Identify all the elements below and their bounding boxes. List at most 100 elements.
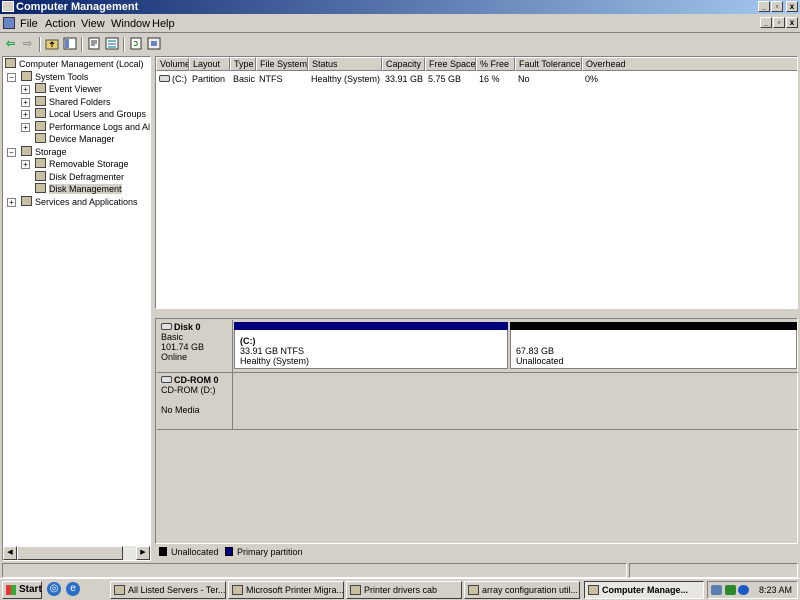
menu-window[interactable]: Window [111,18,150,30]
column-header[interactable]: Layout [189,57,230,71]
quicklaunch-ie-icon[interactable]: e [66,582,80,596]
properties-icon[interactable] [86,37,101,51]
tree-item-label: Disk Management [49,184,122,194]
cdrom-0-label[interactable]: CD-ROM 0 CD-ROM (D:) No Media [157,373,233,429]
column-header[interactable]: % Free [476,57,515,71]
disk-legend: Unallocated Primary partition [155,545,798,561]
tree-horizontal-scrollbar[interactable]: ◀ ▶ [3,546,150,560]
column-header[interactable]: Overhead [582,57,797,71]
disk-management-icon [35,183,46,193]
column-header[interactable]: Fault Tolerance [515,57,582,71]
table-cell: 16 % [479,74,500,84]
quicklaunch-desktop-icon[interactable]: ◎ [47,582,61,596]
status-panel-1 [2,563,627,578]
scroll-right-button[interactable]: ▶ [136,546,150,560]
tree-item-label: Local Users and Groups [49,109,147,119]
taskbar-button[interactable]: array configuration util... [464,581,580,599]
tree-item[interactable]: Computer Management (Local) [5,58,144,70]
users-groups-icon [35,108,46,118]
expand-toggle[interactable]: − [7,147,16,157]
forward-icon[interactable]: ⇨ [20,37,35,51]
menu-file[interactable]: File [20,18,38,30]
tree-item[interactable]: Device Manager [35,133,115,145]
window-title: Computer Management [16,1,139,13]
tree-item[interactable]: − Storage [7,145,67,158]
tree-item[interactable]: Disk Defragmenter [35,170,124,183]
tree-item-label: Services and Applications [35,196,138,207]
tree-item[interactable]: − System Tools [7,70,88,83]
partition-status: Unallocated [516,356,564,366]
menu-action[interactable]: Action [45,18,76,30]
column-header[interactable]: Capacity [382,57,425,71]
pane-splitter[interactable] [152,56,154,562]
help-icon[interactable] [146,37,161,51]
partition-unallocated[interactable]: 67.83 GB Unallocated [510,322,797,369]
disk-0-label[interactable]: Disk 0 Basic 101.74 GB Online [157,320,233,372]
scroll-thumb[interactable] [17,546,123,560]
child-restore-button[interactable]: ▫ [773,17,785,28]
menu-help[interactable]: Help [152,18,175,30]
expand-toggle[interactable]: + [7,197,16,207]
table-cell: 33.91 GB [385,74,424,84]
mdi-system-menu-icon[interactable] [3,17,15,29]
expand-toggle[interactable]: + [21,110,30,119]
tree-item[interactable]: + Services and Applications [7,195,138,208]
close-button[interactable]: x [786,1,798,12]
show-hide-tree-icon[interactable] [62,37,77,51]
column-header[interactable]: File System [256,57,308,71]
menu-view[interactable]: View [81,18,105,30]
expand-toggle[interactable]: + [21,122,30,132]
cdrom-status: No Media [161,405,200,415]
expand-toggle[interactable]: + [21,160,30,169]
up-icon[interactable] [44,37,59,51]
tree-item-label: Shared Folders [49,96,111,107]
column-header[interactable]: Status [308,57,382,71]
tree-item[interactable]: + Local Users and Groups [21,108,147,120]
back-icon[interactable]: ⇦ [3,37,18,51]
tree-item[interactable]: + Shared Folders [21,95,111,108]
export-list-icon[interactable] [104,37,119,51]
horizontal-splitter[interactable] [155,310,798,318]
disk-status: Online [161,352,188,362]
services-icon [21,195,32,206]
partition-c[interactable]: (C:) 33.91 GB NTFS Healthy (System) [234,322,508,369]
legend-primary: Primary partition [225,547,303,557]
computer-management-icon [2,1,14,12]
tray-icon[interactable] [738,585,749,595]
taskbar-button[interactable]: All Listed Servers - Ter... [110,581,226,599]
toolbar: ⇦ ⇨ [0,35,800,55]
partition-label: (C:) [240,336,256,346]
tree-item[interactable]: + Performance Logs and Alerts [21,120,150,133]
device-manager-icon [35,133,46,143]
computer-management-window: Computer Management _ ▫ x File Action Vi… [0,0,800,578]
scroll-left-button[interactable]: ◀ [3,546,17,560]
taskbar-button[interactable]: Printer drivers cab [346,581,462,599]
column-header[interactable]: Type [230,57,256,71]
cdrom-size [161,395,228,405]
refresh-icon[interactable] [128,37,143,51]
title-bar[interactable]: Computer Management _ ▫ x [0,0,800,14]
start-button[interactable]: Start [2,581,42,599]
expand-toggle[interactable]: − [7,72,16,82]
taskbar-button[interactable]: Computer Manage... [584,581,704,599]
table-row[interactable]: (C:) Partition Basic NTFS Healthy (System) 33… [156,73,797,85]
child-close-button[interactable]: x [786,17,798,28]
network-tray-icon[interactable] [711,585,722,595]
column-header[interactable]: Volume [156,57,189,71]
partition-status: Healthy (System) [240,356,310,366]
windows-flag-icon [6,585,16,595]
taskbar-button[interactable]: Microsoft Printer Migra... [228,581,344,599]
expand-toggle[interactable]: + [21,97,30,107]
column-header[interactable]: Free Space [425,57,476,71]
restore-button[interactable]: ▫ [771,1,783,12]
disk-icon [161,323,172,330]
expand-toggle[interactable]: + [21,85,30,94]
tray-icon[interactable] [725,585,736,595]
tree-item[interactable]: + Removable Storage [21,158,129,170]
minimize-button[interactable]: _ [758,1,770,12]
tree-item[interactable]: Disk Management [35,183,122,195]
disk-size: 101.74 GB [161,342,205,352]
console-tree: Computer Management (Local) − System Tools… [2,56,151,561]
tree-item[interactable]: + Event Viewer [21,83,102,95]
child-minimize-button[interactable]: _ [760,17,772,28]
